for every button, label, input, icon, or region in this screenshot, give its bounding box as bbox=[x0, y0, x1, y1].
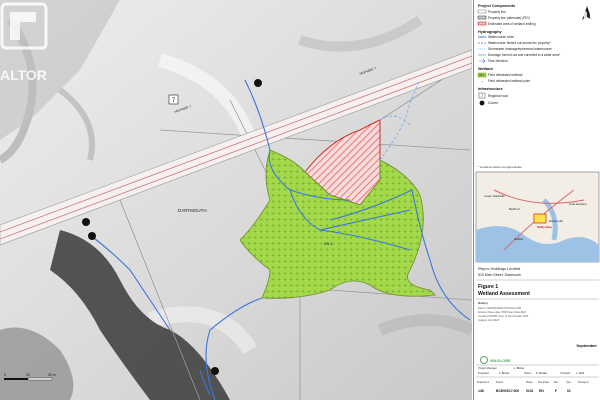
svg-text:10: 10 bbox=[26, 373, 30, 377]
svg-text:Field delineated wetland: Field delineated wetland bbox=[488, 73, 523, 77]
title-block-rows: Project Manager L. Brown Prepared L. Bro… bbox=[476, 364, 599, 378]
svg-text:Regional road: Regional road bbox=[488, 94, 508, 98]
svg-text:Watercourse flowed out across: Watercourse flowed out across the proper… bbox=[488, 41, 552, 45]
wetland-label: WL1 bbox=[324, 241, 333, 246]
legend-title-hydro: Hydrography bbox=[478, 30, 503, 34]
svg-text:ALTOR: ALTOR bbox=[0, 67, 47, 83]
svg-text:Type: Type bbox=[566, 382, 572, 384]
svg-text:Phase: Phase bbox=[526, 382, 533, 384]
svg-text:Halifax: Halifax bbox=[514, 237, 524, 241]
svg-text:Imagery: Esri 2023: Imagery: Esri 2023 bbox=[478, 319, 500, 322]
realtor-watermark: ALTOR bbox=[0, 0, 48, 90]
svg-text:NOVA SCOTIA ASSOCIATION OF REA: NOVA SCOTIA ASSOCIATION OF REALTORS® bbox=[532, 26, 598, 30]
plan-sheet: + bbox=[0, 0, 600, 400]
svg-text:Dartmouth: Dartmouth bbox=[549, 219, 563, 223]
inset-map: Lower Sackville Bedford Dartmouth Halifa… bbox=[475, 171, 600, 263]
svg-text:7: 7 bbox=[481, 94, 483, 98]
svg-text:Disc: Disc bbox=[554, 382, 559, 384]
community-label: DARTMOUTH bbox=[178, 208, 207, 213]
svg-text:WL1: WL1 bbox=[479, 73, 485, 77]
nsar-watermark: nsar NOVA SCOTIA ASSOCIATION OF REALTORS… bbox=[521, 0, 600, 37]
svg-text:Project Manager: Project Manager bbox=[478, 366, 497, 370]
legend-title-infra: Infrastructure bbox=[478, 87, 503, 91]
svg-text:Note(s): Note(s) bbox=[478, 301, 488, 305]
svg-text:148: 148 bbox=[478, 389, 484, 393]
svg-text:EN: EN bbox=[539, 389, 544, 393]
svg-text:Property line: Property line bbox=[488, 10, 506, 14]
svg-text:Culvert: Culvert bbox=[488, 101, 498, 105]
svg-text:Contains NSTDB, Govt. of Nova: Contains NSTDB, Govt. of Nova Scotia, 20… bbox=[478, 315, 529, 318]
svg-text:J. Park: J. Park bbox=[576, 371, 585, 375]
svg-text:Watercourse route: Watercourse route bbox=[488, 35, 514, 39]
svg-text:Project: Project bbox=[496, 381, 504, 384]
site-address: 810 Main Street, Dartmouth bbox=[478, 273, 521, 277]
svg-text:nsar: nsar bbox=[551, 2, 598, 27]
svg-text:L. Brown: L. Brown bbox=[514, 366, 525, 370]
svg-text:* Locations shown are approxim: * Locations shown are approximate bbox=[478, 165, 522, 169]
svg-text:Flow direction: Flow direction bbox=[488, 59, 508, 63]
svg-text:Sources: Base data, HRM Open D: Sources: Base data, HRM Open Data 2023 bbox=[478, 311, 527, 314]
drawing-table: Department Project Phase Sub-phase Disc … bbox=[477, 381, 589, 393]
legend-title-wetland: Wetland bbox=[478, 67, 493, 71]
svg-text:Lower Sackville: Lower Sackville bbox=[484, 194, 505, 198]
svg-text:Drawing #: Drawing # bbox=[578, 381, 589, 384]
svg-text:Field delineated wetland point: Field delineated wetland point bbox=[488, 79, 530, 83]
route-shield: 7 bbox=[168, 94, 179, 105]
svg-text:Sub-phase: Sub-phase bbox=[538, 382, 550, 384]
svg-text:BCE00017.000: BCE00017.000 bbox=[496, 389, 519, 393]
figure-number: Figure 1 bbox=[478, 284, 498, 290]
svg-text:Cole Harbour: Cole Harbour bbox=[569, 202, 587, 206]
svg-text:01: 01 bbox=[567, 389, 571, 393]
client-name: Reyco Holdings Limited bbox=[478, 266, 521, 271]
svg-text:+: + bbox=[481, 79, 484, 84]
plan-date: September bbox=[576, 343, 597, 348]
svg-text:Prepared: Prepared bbox=[478, 371, 489, 375]
svg-text:WAGLOBE: WAGLOBE bbox=[490, 358, 511, 363]
svg-text:0101: 0101 bbox=[526, 389, 534, 393]
company-logo: WAGLOBE bbox=[480, 356, 511, 364]
svg-text:Department: Department bbox=[477, 381, 489, 384]
svg-text:Bedford: Bedford bbox=[509, 207, 520, 211]
svg-text:Study Area: Study Area bbox=[537, 225, 552, 229]
figure-title: Wetland Assessment bbox=[478, 291, 530, 297]
svg-text:Drainage formed out and culver: Drainage formed out and culverted in a w… bbox=[488, 53, 561, 57]
legend-title-project: Project Components bbox=[478, 4, 515, 8]
svg-text:Drawn: Drawn bbox=[524, 371, 532, 375]
svg-text:20 m: 20 m bbox=[48, 373, 56, 377]
svg-text:Stormwater drainage/ephemeral: Stormwater drainage/ephemeral watercours… bbox=[488, 47, 552, 51]
svg-text:P. Kinsley: P. Kinsley bbox=[536, 371, 548, 375]
svg-text:0: 0 bbox=[4, 373, 6, 377]
map-canvas: + bbox=[0, 0, 472, 400]
map-view[interactable]: + bbox=[0, 0, 472, 400]
legend-panel: Project Components Property line Propert… bbox=[473, 0, 600, 400]
svg-text:Datum: NAD83(CSRS) UTM Zone 20: Datum: NAD83(CSRS) UTM Zone 20N bbox=[478, 307, 521, 310]
svg-text:F: F bbox=[555, 389, 557, 393]
svg-text:L. Brown: L. Brown bbox=[499, 371, 510, 375]
svg-text:Checked: Checked bbox=[560, 371, 571, 375]
